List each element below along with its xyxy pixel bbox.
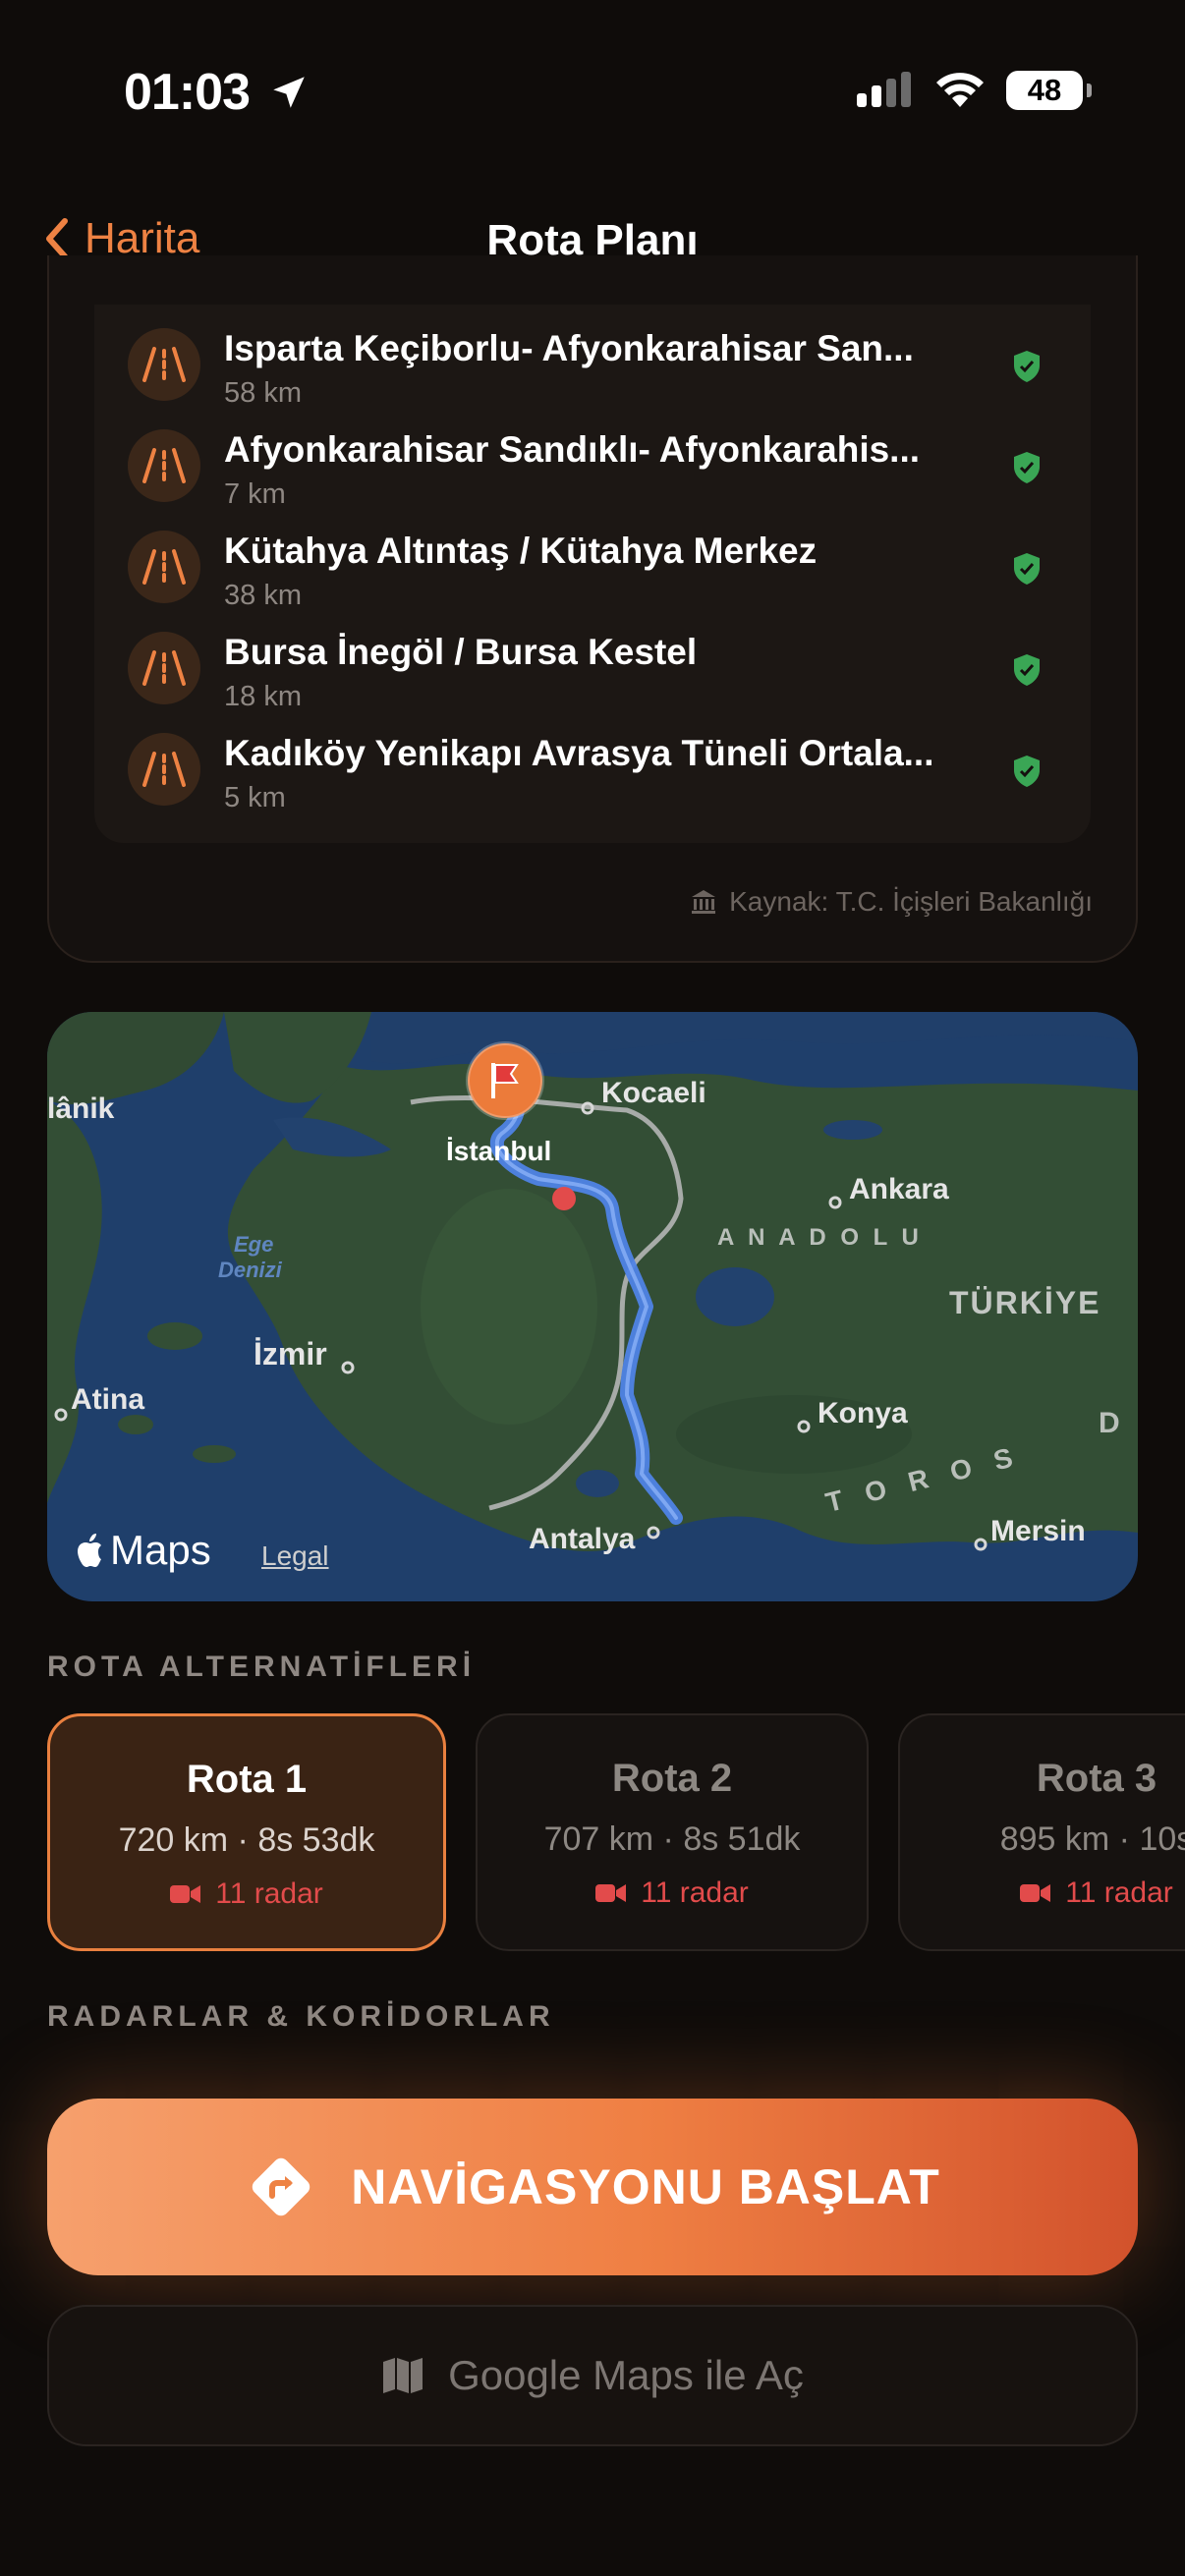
map-label-lanik: lânik: [47, 1092, 115, 1125]
corridor-title: Bursa İnegöl / Bursa Kestel: [224, 632, 698, 672]
shield-check-icon: [1014, 351, 1040, 382]
route-option-2[interactable]: Rota 2 707 km · 8s 51dk 11 radar: [476, 1713, 869, 1951]
road-icon: [128, 531, 200, 603]
road-icon: [128, 429, 200, 502]
route-distance: 720 km: [118, 1821, 229, 1859]
map-label-izmir: İzmir: [254, 1336, 327, 1372]
corridor-item[interactable]: Bursa İnegöl / Bursa Kestel 18 km: [128, 620, 1071, 712]
road-icon: [128, 328, 200, 401]
start-navigation-button[interactable]: NAVİGASYONU BAŞLAT: [47, 2099, 1138, 2275]
shield-check-icon: [1014, 654, 1040, 686]
video-camera-icon: [1020, 1884, 1051, 1902]
road-icon: [128, 632, 200, 704]
route-distance: 895 km: [999, 1820, 1110, 1858]
map-label-atina: Atina: [71, 1383, 144, 1416]
route-radar-count: 11 radar: [1065, 1876, 1173, 1909]
map-label-ankara: Ankara: [849, 1173, 949, 1205]
shield-check-icon: [1014, 756, 1040, 787]
status-icons: 48: [855, 71, 1092, 110]
route-name: Rota 3: [1036, 1757, 1157, 1800]
corridor-item[interactable]: Afyonkarahisar Sandıklı- Afyonkarahis...…: [128, 418, 1071, 510]
route-name: Rota 2: [611, 1757, 733, 1800]
corridor-distance: 7 km: [224, 478, 286, 510]
video-camera-icon: [170, 1885, 201, 1903]
map-label-turkiye: TÜRKİYE: [949, 1285, 1101, 1320]
map-label-d: D: [1099, 1407, 1120, 1439]
map-label-ege: Ege: [234, 1232, 274, 1257]
route-radar-count: 11 radar: [641, 1876, 749, 1909]
legal-link[interactable]: Legal: [261, 1540, 329, 1572]
data-source: Kaynak: T.C. İçişleri Bakanlığı: [690, 886, 1093, 918]
map-label-antalya: Antalya: [529, 1523, 636, 1555]
route-distance: 707 km: [543, 1820, 654, 1858]
corridor-distance: 58 km: [224, 377, 302, 409]
location-arrow-icon: [273, 77, 306, 108]
wifi-icon: [936, 73, 984, 107]
radars-header: RADARLAR & KORİDORLAR: [47, 2000, 555, 2033]
route-info: 720 km · 8s 53dk: [118, 1821, 375, 1859]
battery-indicator: 48: [1006, 71, 1092, 110]
map-label-konya: Konya: [818, 1397, 908, 1429]
apple-maps-logo: Maps: [75, 1527, 211, 1574]
google-maps-button[interactable]: Google Maps ile Aç: [47, 2305, 1138, 2446]
alternatives-header: ROTA ALTERNATİFLERİ: [47, 1651, 477, 1683]
status-time: 01:03: [124, 63, 310, 122]
route-option-3[interactable]: Rota 3 895 km · 10s 11 radar: [898, 1713, 1185, 1951]
corridor-item[interactable]: Kadıköy Yenikapı Avrasya Tüneli Ortala..…: [128, 721, 1071, 813]
route-option-1[interactable]: Rota 1 720 km · 8s 53dk 11 radar: [47, 1713, 446, 1951]
battery-level: 48: [1027, 73, 1062, 107]
directions-diamond-icon: [253, 2157, 310, 2216]
corridor-title: Afyonkarahisar Sandıklı- Afyonkarahis...: [224, 429, 921, 470]
route-map[interactable]: Kocaeli İstanbul Ankara A N A D O L U TÜ…: [47, 1012, 1138, 1601]
corridor-item[interactable]: Isparta Keçiborlu- Afyonkarahisar San...…: [128, 316, 1071, 409]
apple-logo-icon: [78, 1534, 101, 1567]
building-columns-icon: [692, 890, 716, 914]
source-text: Kaynak: T.C. İçişleri Bakanlığı: [729, 886, 1093, 917]
route-name: Rota 1: [186, 1758, 308, 1801]
route-info: 707 km · 8s 51dk: [543, 1820, 801, 1858]
route-info: 895 km · 10s: [900, 1820, 1185, 1859]
route-radar: 11 radar: [50, 1877, 443, 1911]
route-duration: 8s 51dk: [683, 1820, 801, 1858]
route-radar: 11 radar: [900, 1876, 1185, 1910]
map-label-anadolu: A N A D O L U: [717, 1224, 923, 1251]
corridor-distance: 5 km: [224, 782, 286, 813]
map-icon: [383, 2358, 423, 2393]
video-camera-icon: [595, 1884, 627, 1902]
route-radar-count: 11 radar: [215, 1877, 323, 1910]
maps-brand-text: Maps: [110, 1527, 211, 1573]
corridor-item[interactable]: Kütahya Altıntaş / Kütahya Merkez 38 km: [128, 519, 1071, 611]
cellular-signal-icon: [857, 72, 911, 107]
corridor-title: Isparta Keçiborlu- Afyonkarahisar San...: [224, 328, 914, 368]
route-duration: 8s 53dk: [257, 1821, 375, 1859]
route-duration: 10s: [1139, 1820, 1185, 1858]
google-maps-label: Google Maps ile Aç: [448, 2352, 804, 2398]
corridor-distance: 18 km: [224, 681, 302, 712]
route-radar: 11 radar: [478, 1876, 867, 1910]
start-navigation-label: NAVİGASYONU BAŞLAT: [351, 2159, 940, 2214]
map-label-istanbul: İstanbul: [446, 1136, 552, 1166]
clock-text: 01:03: [124, 64, 251, 121]
map-label-mersin: Mersin: [990, 1515, 1086, 1547]
corridor-title: Kütahya Altıntaş / Kütahya Merkez: [224, 531, 818, 571]
shield-check-icon: [1014, 452, 1040, 483]
road-icon: [128, 733, 200, 806]
corridor-distance: 38 km: [224, 580, 302, 611]
map-label-denizi: Denizi: [218, 1258, 282, 1282]
map-label-kocaeli: Kocaeli: [601, 1077, 706, 1109]
corridor-title: Kadıköy Yenikapı Avrasya Tüneli Ortala..…: [224, 733, 934, 773]
destination-flag-icon: [466, 1041, 544, 1120]
shield-check-icon: [1014, 553, 1040, 585]
